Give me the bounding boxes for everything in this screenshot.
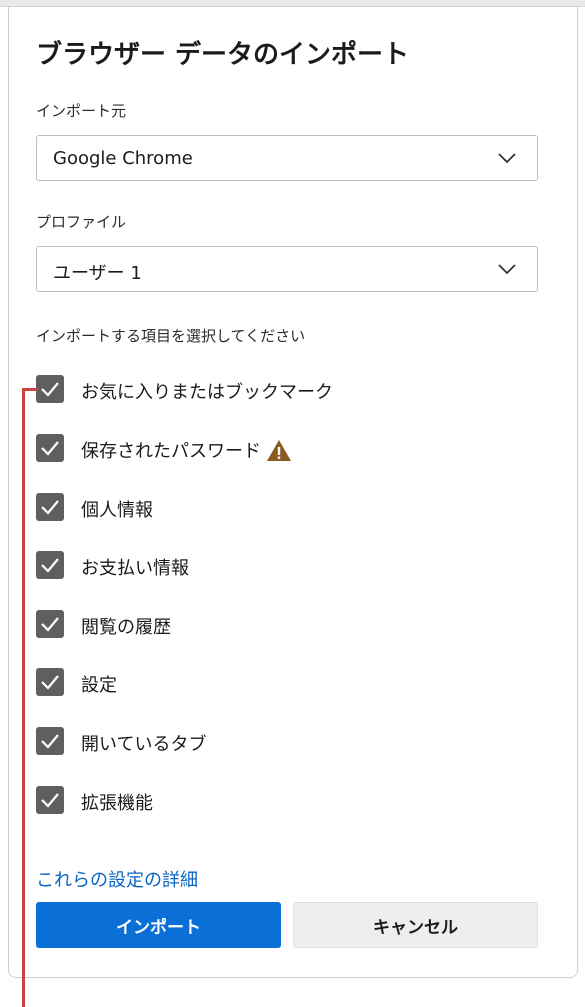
checkbox-passwords[interactable]: 保存されたパスワード bbox=[36, 434, 456, 464]
checkmark-icon bbox=[41, 793, 59, 808]
checkmark-icon bbox=[41, 382, 59, 397]
checkbox-favorites[interactable]: お気に入りまたはブックマーク bbox=[36, 375, 456, 405]
chevron-down-icon bbox=[498, 153, 516, 164]
settings-details-link[interactable]: これらの設定の詳細 bbox=[36, 866, 198, 892]
checkmark-icon bbox=[41, 675, 59, 690]
callout-line bbox=[22, 388, 25, 1007]
checkbox-checked[interactable] bbox=[36, 493, 64, 521]
checkmark-icon bbox=[41, 500, 59, 515]
profile-select[interactable]: ユーザー 1 bbox=[36, 246, 538, 292]
checkbox-payment-info[interactable]: お支払い情報 bbox=[36, 551, 456, 581]
section-label: インポートする項目を選択してください bbox=[36, 327, 306, 345]
checkbox-personal-info[interactable]: 個人情報 bbox=[36, 493, 456, 523]
checkbox-label: 拡張機能 bbox=[81, 793, 153, 814]
checkbox-label: お気に入りまたはブックマーク bbox=[81, 382, 333, 403]
source-select[interactable]: Google Chrome bbox=[36, 135, 538, 181]
checkbox-label: 設定 bbox=[81, 675, 117, 696]
profile-select-value: ユーザー 1 bbox=[53, 263, 142, 284]
checkbox-label: 開いているタブ bbox=[81, 734, 207, 755]
profile-label: プロファイル bbox=[36, 213, 127, 231]
checkbox-label: 閲覧の履歴 bbox=[81, 617, 171, 638]
checkbox-checked[interactable] bbox=[36, 786, 64, 814]
checkbox-label: お支払い情報 bbox=[81, 558, 189, 579]
checkbox-open-tabs[interactable]: 開いているタブ bbox=[36, 727, 456, 757]
checkbox-checked[interactable] bbox=[36, 551, 64, 579]
cancel-button[interactable]: キャンセル bbox=[293, 902, 538, 948]
checkmark-icon bbox=[41, 441, 59, 456]
source-label: インポート元 bbox=[36, 102, 127, 120]
checkmark-icon bbox=[41, 734, 59, 749]
checkbox-checked[interactable] bbox=[36, 375, 64, 403]
checkbox-checked[interactable] bbox=[36, 610, 64, 638]
callout-tick bbox=[22, 388, 38, 391]
warning-icon[interactable] bbox=[266, 439, 292, 462]
checkbox-extensions[interactable]: 拡張機能 bbox=[36, 786, 456, 816]
checkbox-checked[interactable] bbox=[36, 668, 64, 696]
chevron-down-icon bbox=[498, 264, 516, 275]
checkmark-icon bbox=[41, 617, 59, 632]
checkbox-history[interactable]: 閲覧の履歴 bbox=[36, 610, 456, 640]
checkbox-label: 個人情報 bbox=[81, 500, 153, 521]
checkbox-settings[interactable]: 設定 bbox=[36, 668, 456, 698]
checkbox-checked[interactable] bbox=[36, 727, 64, 755]
source-select-value: Google Chrome bbox=[53, 148, 193, 169]
dialog-title: ブラウザー データのインポート bbox=[36, 40, 410, 70]
checkmark-icon bbox=[41, 558, 59, 573]
import-button[interactable]: インポート bbox=[36, 902, 281, 948]
checkbox-checked[interactable] bbox=[36, 434, 64, 462]
checkbox-label: 保存されたパスワード bbox=[81, 441, 261, 462]
